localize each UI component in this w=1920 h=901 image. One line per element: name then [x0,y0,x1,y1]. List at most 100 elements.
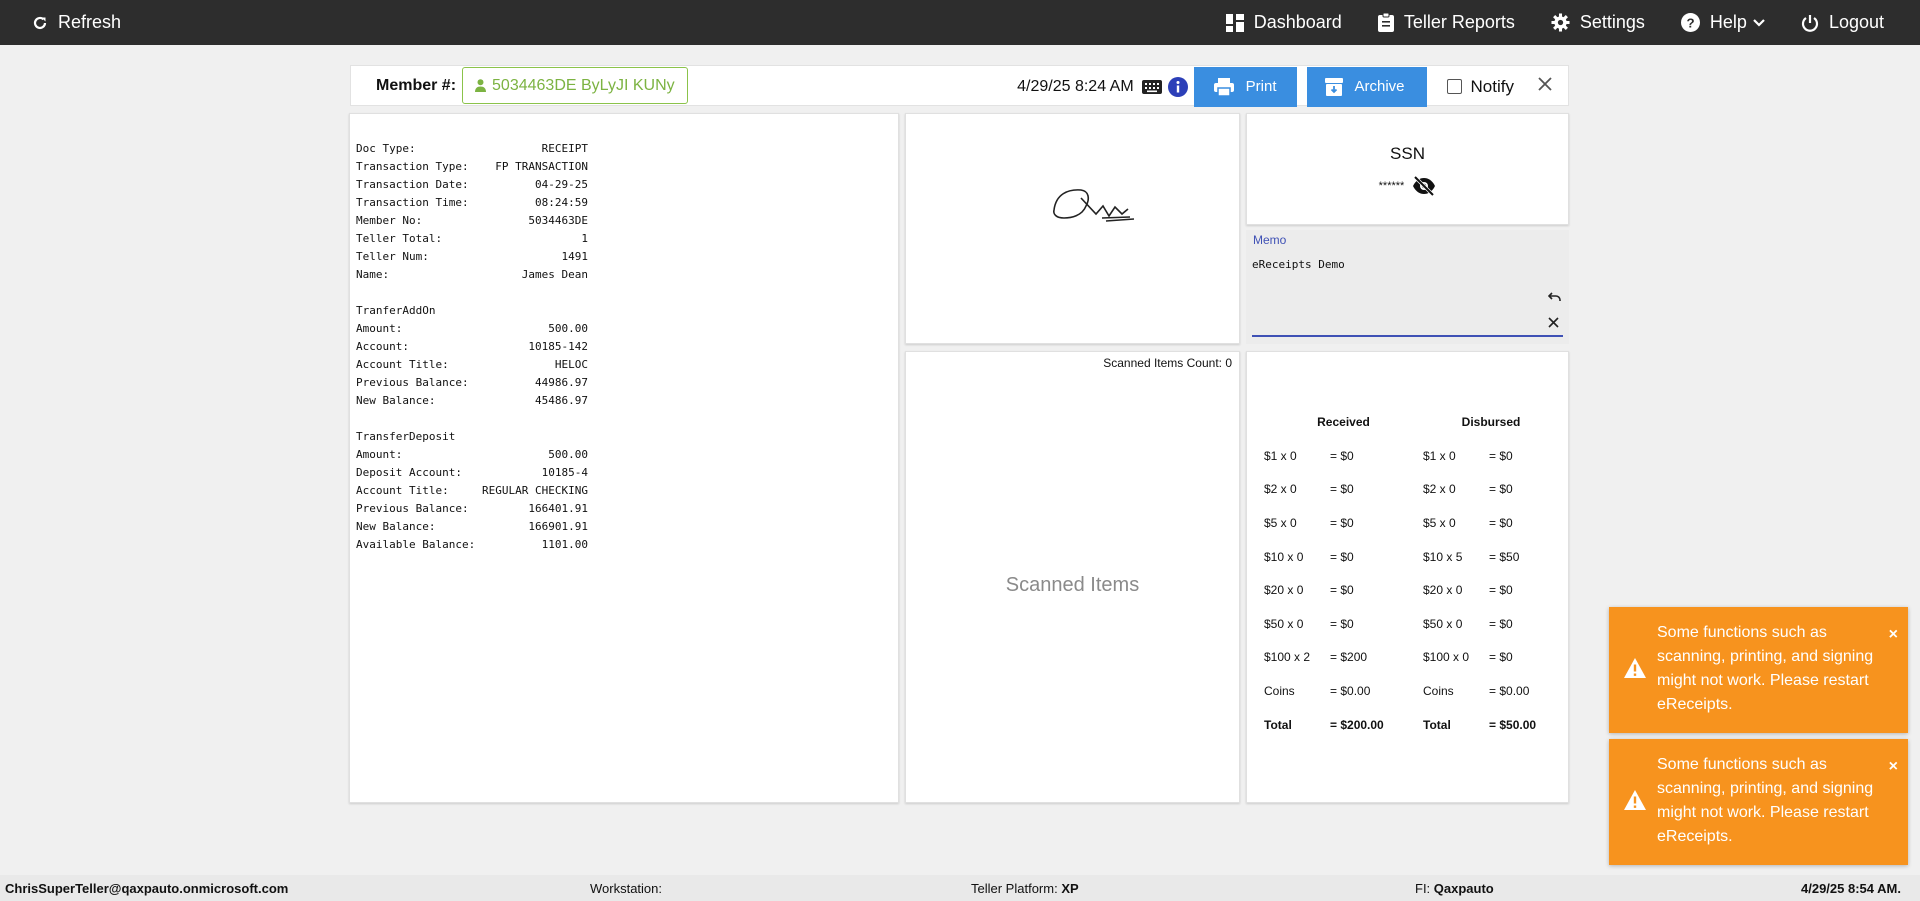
signature-panel[interactable] [905,113,1240,344]
keyboard-icon[interactable] [1141,79,1162,94]
disbursed-amount: = $50 [1489,549,1520,564]
top-nav-bar: Refresh Dashboard Teller Reports Setting… [0,0,1920,45]
refresh-button[interactable]: Refresh [32,0,121,45]
receipt-line-label: Account Title: [356,358,449,371]
ssn-title: SSN [1390,144,1425,163]
eye-slash-icon[interactable] [1412,176,1436,196]
receipt-line: Available Balance: 1101.00 [356,536,588,554]
cash-denominations-panel: Received Disbursed $1 x 0 = $0 $1 x 0 = $0 $… [1246,351,1569,803]
footer-platform-label: Teller Platform: [971,881,1058,896]
disbursed-qty: $5 x 0 [1423,515,1456,530]
receipt-line-value: 500.00 [548,322,588,335]
notify-checkbox[interactable]: Notify [1446,77,1514,97]
member-number-pill[interactable]: 5034463DE ByLyJI KUNy [462,67,688,104]
disbursed-qty: Total [1423,717,1451,732]
received-amount: = $200 [1330,650,1368,665]
receipt-line-label: Account Title: [356,484,449,497]
footer-user: ChrisSuperTeller@qaxpauto.onmicrosoft.co… [5,881,289,896]
receipt-line-value: 166401.91 [528,502,588,515]
toast-close-button[interactable]: × [1889,627,1898,643]
print-label: Print [1245,78,1277,95]
received-header: Received [1317,415,1370,429]
status-footer: ChrisSuperTeller@qaxpauto.onmicrosoft.co… [0,875,1920,901]
receipt-line-label: Teller Total: [356,232,443,245]
nav-settings[interactable]: Settings [1551,0,1645,45]
disbursed-amount: = $0 [1489,583,1513,598]
toast-close-button[interactable]: × [1889,759,1898,775]
received-amount: = $200.00 [1330,717,1384,732]
archive-button[interactable]: Archive [1306,66,1427,107]
scanned-items-count: Scanned Items Count: 0 [1103,356,1232,370]
disbursed-header: Disbursed [1461,415,1521,429]
nav-teller-reports[interactable]: Teller Reports [1377,0,1515,45]
received-amount: = $0.00 [1330,683,1371,698]
info-icon[interactable] [1167,76,1188,97]
undo-icon[interactable] [1548,292,1561,302]
received-qty: $100 x 2 [1264,650,1311,665]
signature-image [1053,189,1135,222]
ssn-panel: SSN ****** [1246,113,1569,225]
receipt-line-value: 1101.00 [541,538,588,551]
warning-toast: Some functions such as scanning, printin… [1609,607,1908,733]
nav-help[interactable]: ? Help [1680,0,1765,45]
power-icon [1801,14,1819,32]
receipt-line-label: Available Balance: [356,538,476,551]
received-qty: Coins [1264,683,1295,698]
cash-header-row: Received Disbursed [1264,415,1559,435]
memo-input[interactable]: eReceipts Demo [1252,258,1345,271]
footer-fi-value: Qaxpauto [1433,881,1494,896]
disbursed-qty: $20 x 0 [1423,583,1463,598]
nav-logout[interactable]: Logout [1801,0,1884,45]
received-amount: = $0 [1330,583,1354,598]
disbursed-qty: $50 x 0 [1423,616,1463,631]
receipt-line: Account Title: HELOC [356,356,588,374]
disbursed-amount: = $0.00 [1489,683,1530,698]
chevron-down-icon [1753,18,1765,27]
close-icon[interactable] [1538,77,1552,96]
receipt-line-value: HELOC [554,358,588,371]
clipboard-icon [1377,13,1394,32]
receipt-line-value: 500.00 [548,448,588,461]
member-actions: 4/29/25 8:24 AM Print Archive Notify [1017,66,1568,107]
received-amount: = $0 [1330,616,1354,631]
receipt-line: Teller Num: 1491 [356,248,588,266]
receipt-line-label: Transaction Date: [356,178,469,191]
receipt-line-value: James Dean [521,268,588,281]
notify-checkbox-box[interactable] [1446,79,1462,94]
receipt-line-value: 1 [581,232,588,245]
help-icon: ? [1680,13,1700,32]
receipt-line-value: 1491 [561,250,589,263]
scanned-items-panel: Scanned Items Count: 0 Scanned Items [905,351,1240,803]
ssn-masked-value: ****** [1378,180,1405,192]
cash-row: $20 x 0 = $0 $20 x 0 = $0 [1264,573,1559,607]
receipt-line-value: 166901.91 [528,520,588,533]
disbursed-amount: = $0 [1489,448,1513,463]
disbursed-qty: $1 x 0 [1423,448,1456,463]
receipt-line-label: New Balance: [356,520,436,533]
received-amount: = $0 [1330,549,1354,564]
svg-text:?: ? [1686,15,1694,30]
receipt-line: Transaction Type: FP TRANSACTION [356,158,588,176]
print-button[interactable]: Print [1193,66,1297,107]
receipt-line-label: Amount: [356,448,403,461]
receipt-line: Doc Type: RECEIPT [356,140,588,158]
toast-message: Some functions such as scanning, printin… [1657,756,1874,845]
clear-icon[interactable] [1548,317,1559,328]
receipt-line-value: 10185-4 [541,466,588,479]
disbursed-amount: = $0 [1489,515,1513,530]
received-qty: $5 x 0 [1264,515,1297,530]
receipt-line: Account Title: REGULAR CHECKING [356,482,588,500]
footer-fi-label: FI: [1415,881,1431,896]
nav-dashboard[interactable]: Dashboard [1225,0,1342,45]
refresh-label: Refresh [58,12,122,32]
gear-icon [1551,13,1570,32]
memo-field[interactable]: Memo eReceipts Demo [1246,230,1569,344]
footer-platform-value: XP [1061,881,1079,896]
disbursed-qty: $2 x 0 [1423,482,1456,497]
receipt-line: TranferAddOn [356,302,588,320]
disbursed-amount: = $0 [1489,482,1513,497]
received-qty: $10 x 0 [1264,549,1304,564]
nav-settings-label: Settings [1579,12,1645,32]
receipt-line-label: Account: [356,340,409,353]
disbursed-amount: = $0 [1489,650,1513,665]
